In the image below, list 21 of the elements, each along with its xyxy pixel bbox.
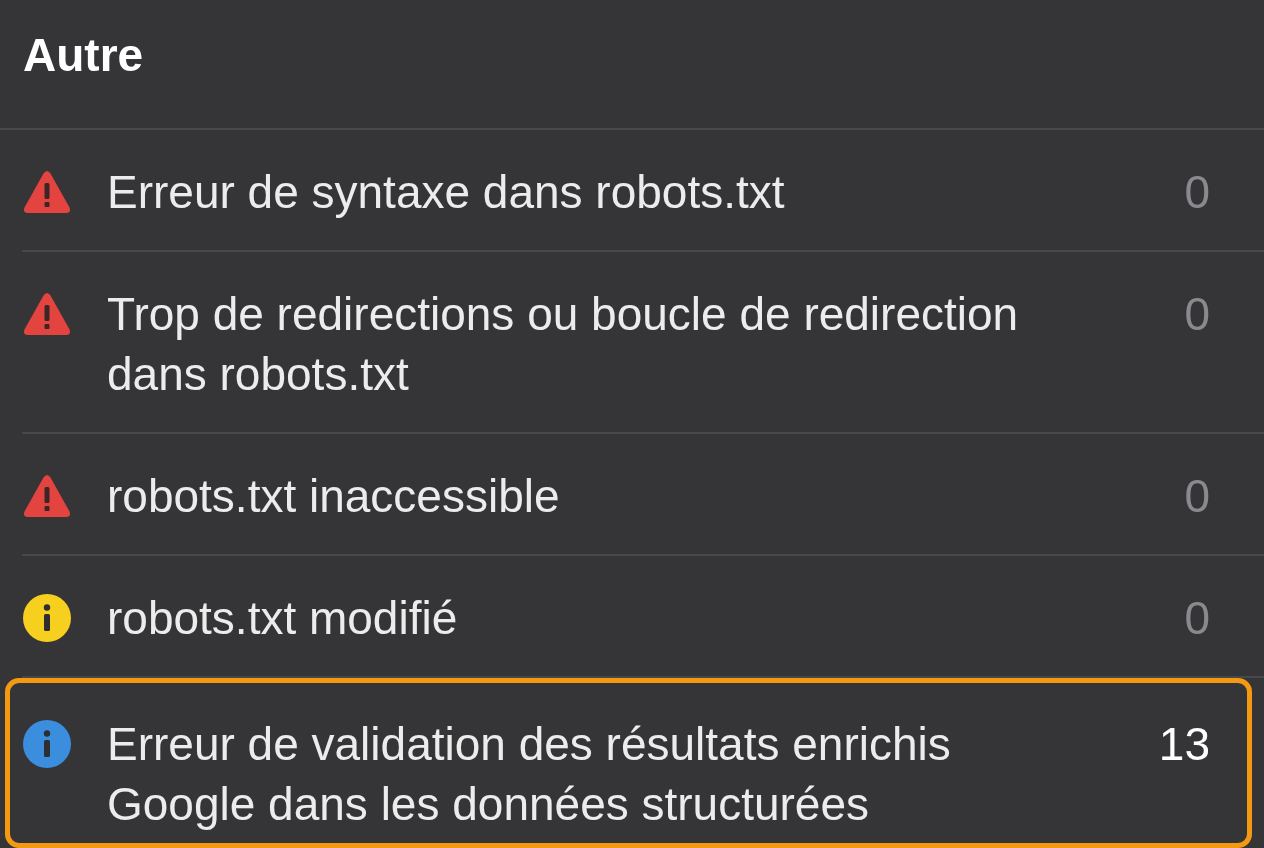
issue-count: 13 [1157, 717, 1210, 772]
issue-row[interactable]: robots.txt modifié 0 [22, 556, 1264, 678]
exclamation-triangle-icon [23, 474, 71, 518]
issue-count: 0 [1183, 469, 1210, 524]
issue-label: Erreur de validation des résultats enrichis Google dans les données structurées [107, 717, 952, 832]
issue-label: robots.txt modifié [107, 591, 459, 646]
issue-label: Erreur de syntaxe dans robots.txt [107, 165, 786, 220]
issue-count: 0 [1183, 165, 1210, 220]
highlighted-issue-row[interactable]: Erreur de validation des résultats enrichis Google dans les données structurées 13 [5, 678, 1252, 848]
issue-count: 0 [1183, 287, 1210, 342]
issue-label: Trop de redirections ou boucle de redirection dans robots.txt [107, 287, 1020, 402]
exclamation-triangle-icon [23, 170, 71, 214]
issue-label: robots.txt inaccessible [107, 469, 561, 524]
issue-row[interactable]: Trop de redirections ou boucle de redirection dans robots.txt 0 [22, 252, 1264, 434]
issue-row[interactable]: robots.txt inaccessible 0 [22, 434, 1264, 556]
section-title: Autre [23, 28, 144, 83]
info-icon [23, 720, 71, 768]
issue-count: 0 [1183, 591, 1210, 646]
info-icon [23, 594, 71, 642]
exclamation-triangle-icon [23, 292, 71, 336]
issue-row[interactable]: Erreur de syntaxe dans robots.txt 0 [22, 130, 1264, 252]
